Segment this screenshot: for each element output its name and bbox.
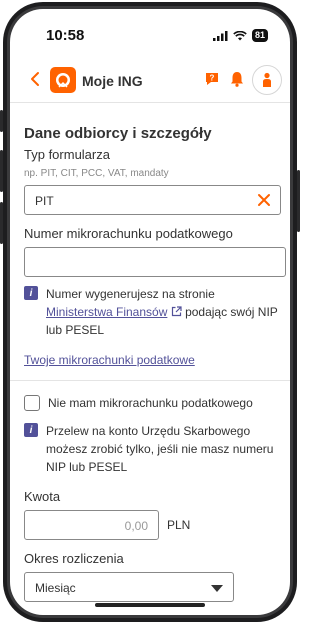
app-header: Moje ING ? bbox=[10, 59, 290, 103]
info-text-tax-office: Przelew na konto Urzędu Skarbowego możes… bbox=[46, 424, 274, 474]
account-number-input[interactable] bbox=[24, 247, 286, 277]
form-type-hint: np. PIT, CIT, PCC, VAT, mandaty bbox=[24, 168, 169, 179]
ministry-link[interactable]: Ministerstwa Finansów bbox=[46, 305, 167, 319]
wifi-icon bbox=[233, 30, 247, 40]
user-icon bbox=[263, 72, 271, 87]
external-link-icon bbox=[171, 306, 182, 317]
status-time: 10:58 bbox=[46, 27, 85, 44]
amount-row: 0,00 PLN bbox=[24, 510, 280, 540]
status-bar: 10:58 81 bbox=[10, 25, 290, 45]
no-account-checkbox-row[interactable]: Nie mam mikrorachunku podatkowego bbox=[24, 395, 280, 411]
power-button bbox=[297, 170, 300, 232]
info1-text: Numer wygenerujesz na stronie bbox=[46, 287, 215, 301]
screen: 10:58 81 Moje ING ? Dane odbiorcy i szcz… bbox=[10, 9, 290, 615]
info-box-generate: i Numer wygenerujesz na stronie Minister… bbox=[24, 285, 280, 339]
app-title: Moje ING bbox=[82, 73, 143, 89]
section-title: Dane odbiorcy i szczegóły bbox=[24, 125, 212, 142]
signal-icon bbox=[212, 30, 228, 41]
amount-input[interactable]: 0,00 bbox=[24, 510, 159, 540]
form-content: Dane odbiorcy i szczegóły Typ formularza… bbox=[10, 125, 290, 602]
info-icon: i bbox=[24, 286, 38, 300]
dropdown-arrow-icon bbox=[211, 585, 223, 592]
header-divider bbox=[10, 102, 290, 103]
info-icon: i bbox=[24, 423, 38, 437]
battery-icon: 81 bbox=[251, 29, 268, 42]
period-value: Miesiąc bbox=[35, 581, 76, 595]
my-tax-accounts-link[interactable]: Twoje mikrorachunki podatkowe bbox=[24, 353, 280, 367]
back-chevron-icon[interactable] bbox=[30, 71, 40, 87]
notification-bell-icon[interactable] bbox=[230, 71, 244, 87]
chat-help-icon[interactable]: ? bbox=[204, 71, 220, 87]
info-text-generate: Numer wygenerujesz na stronie Ministerst… bbox=[46, 285, 280, 339]
svg-text:?: ? bbox=[210, 74, 215, 83]
status-icons: 81 bbox=[212, 29, 268, 42]
info-box-tax-office: i Przelew na konto Urzędu Skarbowego moż… bbox=[24, 422, 280, 476]
form-type-input[interactable]: PIT bbox=[24, 185, 281, 215]
home-indicator bbox=[95, 603, 205, 607]
divider bbox=[10, 380, 290, 381]
account-number-label: Numer mikrorachunku podatkowego bbox=[24, 226, 233, 241]
currency-label: PLN bbox=[167, 518, 191, 532]
clear-icon[interactable] bbox=[256, 192, 272, 208]
period-select[interactable]: Miesiąc bbox=[24, 572, 234, 602]
amount-placeholder: 0,00 bbox=[124, 519, 148, 533]
profile-button[interactable] bbox=[252, 65, 282, 95]
form-type-label: Typ formularza bbox=[24, 147, 110, 162]
ing-lion-logo bbox=[50, 67, 76, 93]
form-type-value: PIT bbox=[35, 194, 54, 208]
phone-bezel: 10:58 81 Moje ING ? Dane odbiorcy i szcz… bbox=[7, 6, 293, 618]
phone-frame: 10:58 81 Moje ING ? Dane odbiorcy i szcz… bbox=[3, 2, 297, 622]
no-account-label: Nie mam mikrorachunku podatkowego bbox=[48, 396, 253, 410]
no-account-checkbox[interactable] bbox=[24, 395, 40, 411]
period-label: Okres rozliczenia bbox=[24, 551, 124, 566]
amount-label: Kwota bbox=[24, 489, 61, 504]
